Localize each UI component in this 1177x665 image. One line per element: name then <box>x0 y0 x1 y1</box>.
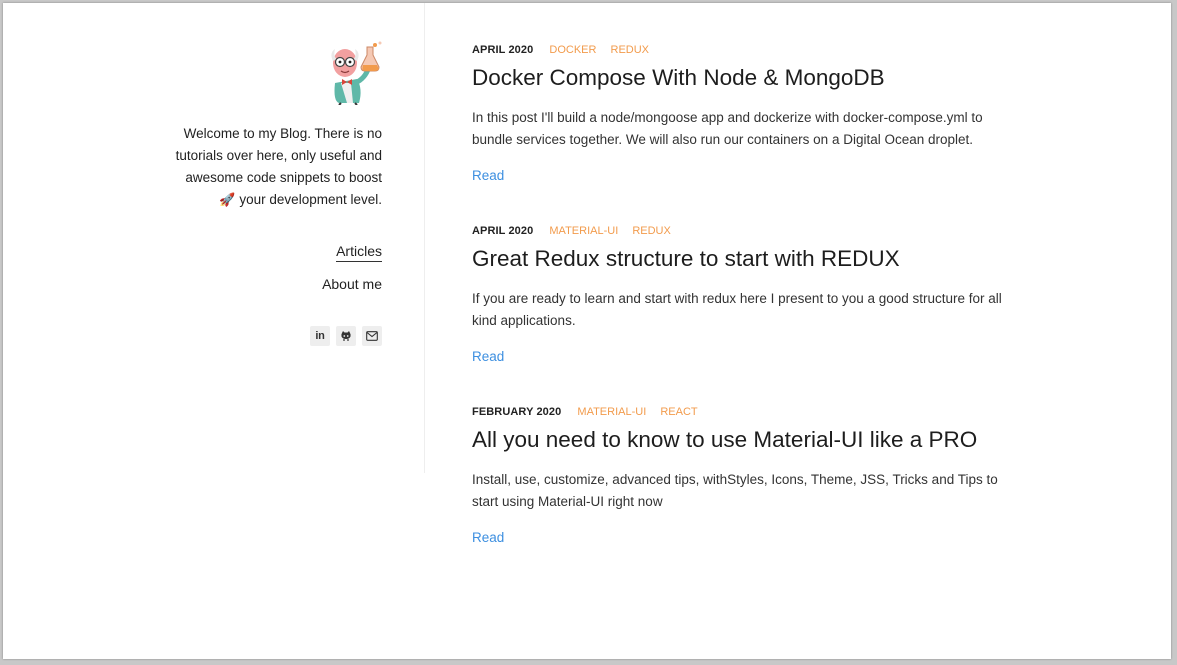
post-title[interactable]: Docker Compose With Node & MongoDB <box>472 63 1032 93</box>
post-tag[interactable]: REDUX <box>632 225 671 237</box>
intro-line: 🚀 your development level. <box>152 189 382 212</box>
post-card: FEBRUARY 2020 MATERIAL-UI REACT All you … <box>472 405 1032 547</box>
post-tag[interactable]: DOCKER <box>549 44 596 56</box>
post-tag[interactable]: REACT <box>660 406 697 418</box>
post-date: APRIL 2020 <box>472 225 534 237</box>
email-icon <box>366 331 378 341</box>
linkedin-icon: in <box>315 330 325 342</box>
intro-line: awesome code snippets to boost <box>185 170 382 185</box>
browser-page: Welcome to my Blog. There is no tutorial… <box>3 3 1171 659</box>
post-card: APRIL 2020 MATERIAL-UI REDUX Great Redux… <box>472 224 1032 366</box>
post-title[interactable]: All you need to know to use Material-UI … <box>472 425 1032 455</box>
github-button[interactable] <box>336 326 356 346</box>
nav-link-articles[interactable]: Articles <box>336 243 382 262</box>
intro-text: Welcome to my Blog. There is no tutorial… <box>152 123 382 212</box>
post-meta: FEBRUARY 2020 MATERIAL-UI REACT <box>472 405 1032 419</box>
post-tag[interactable]: MATERIAL-UI <box>577 406 646 418</box>
intro-line: Welcome to my Blog. There is no <box>183 126 382 141</box>
post-excerpt: If you are ready to learn and start with… <box>472 291 1002 328</box>
read-link[interactable]: Read <box>472 530 504 545</box>
cartoon-character-icon <box>331 41 382 106</box>
post-date: APRIL 2020 <box>472 44 534 56</box>
read-link[interactable]: Read <box>472 168 504 183</box>
github-icon <box>341 331 351 341</box>
sidebar-nav: Articles About me <box>322 243 382 304</box>
read-link[interactable]: Read <box>472 349 504 364</box>
post-title[interactable]: Great Redux structure to start with REDU… <box>472 244 1032 274</box>
intro-line: tutorials over here, only useful and <box>175 148 382 163</box>
email-button[interactable] <box>362 326 382 346</box>
post-tag[interactable]: REDUX <box>611 44 650 56</box>
post-tag[interactable]: MATERIAL-UI <box>549 225 618 237</box>
post-date: FEBRUARY 2020 <box>472 406 562 418</box>
avatar <box>317 39 387 106</box>
nav-link-about[interactable]: About me <box>322 274 382 295</box>
linkedin-button[interactable]: in <box>310 326 330 346</box>
post-card: APRIL 2020 DOCKER REDUX Docker Compose W… <box>472 43 1032 185</box>
post-meta: APRIL 2020 MATERIAL-UI REDUX <box>472 224 1032 238</box>
post-excerpt: In this post I'll build a node/mongoose … <box>472 110 983 147</box>
intro-line-text: your development level. <box>239 192 382 207</box>
sidebar: Welcome to my Blog. There is no tutorial… <box>3 3 425 473</box>
post-meta: APRIL 2020 DOCKER REDUX <box>472 43 1032 57</box>
post-excerpt: Install, use, customize, advanced tips, … <box>472 472 998 509</box>
social-links: in <box>310 326 382 346</box>
rocket-icon: 🚀 <box>219 193 236 208</box>
